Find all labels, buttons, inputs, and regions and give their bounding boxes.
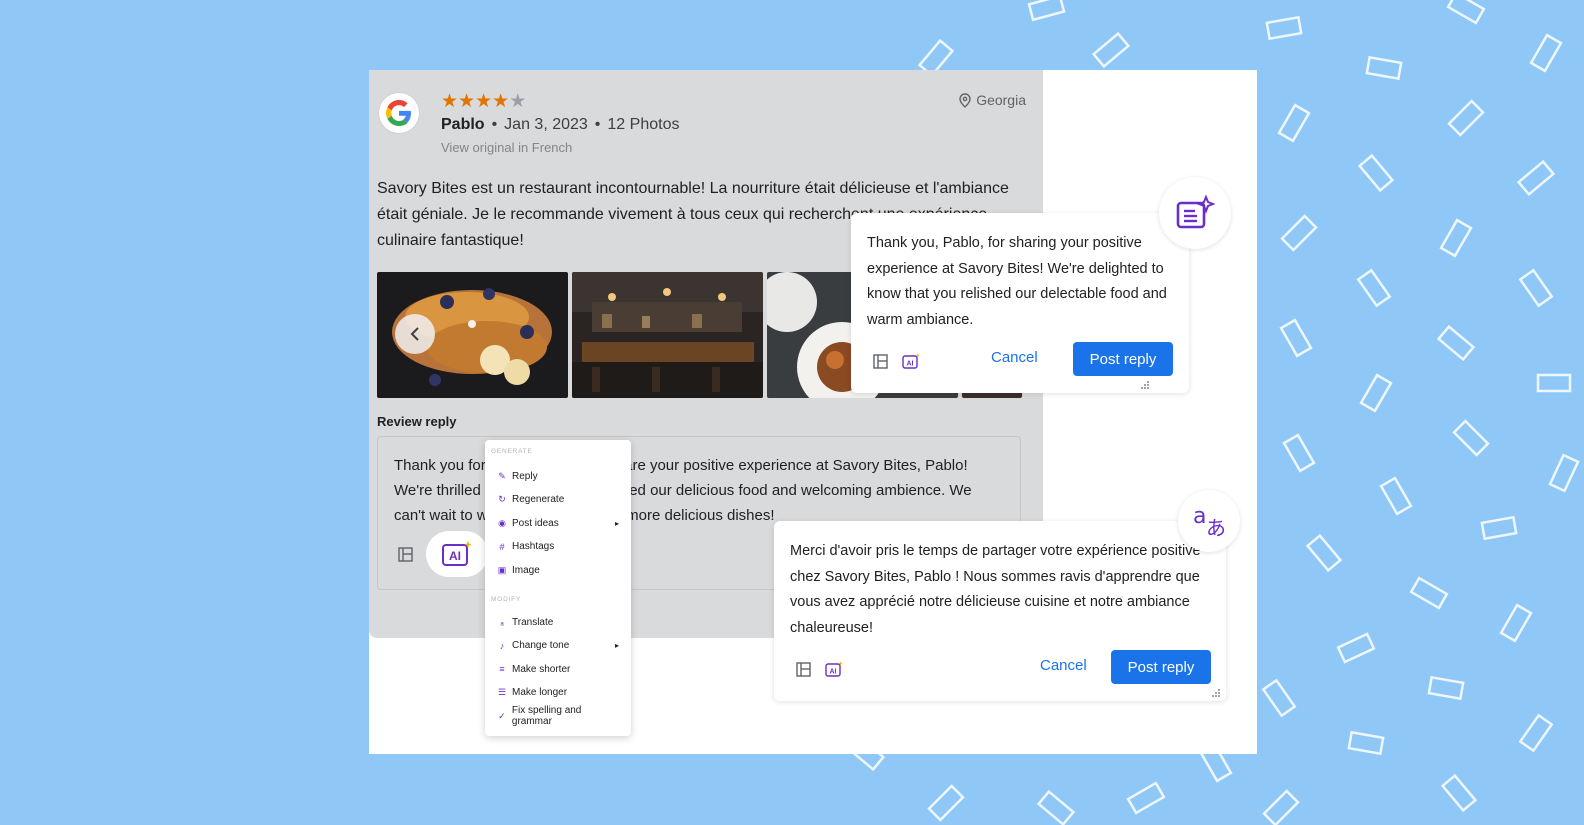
generated-reply-toolbar: AI — [873, 353, 920, 369]
translate-icon: a あ — [1193, 504, 1226, 539]
ai-icon-label: AI — [907, 361, 914, 368]
chevron-right-icon: ▸ — [614, 518, 619, 528]
translate-icon: ₐ — [500, 617, 504, 627]
star-empty-icon: ★ — [509, 91, 527, 112]
star-filled-icon: ★ — [475, 91, 493, 112]
lightbulb-icon: ◉ — [498, 517, 506, 528]
menu-item-label: Image — [512, 564, 540, 576]
tone-icon: ♪ — [499, 640, 505, 651]
cancel-button[interactable]: Cancel — [1040, 657, 1087, 674]
menu-item-make-longer[interactable]: ☰ Make longer — [497, 685, 623, 701]
ai-icon[interactable]: AI — [902, 353, 920, 369]
menu-item-label: Translate — [512, 616, 554, 628]
shorter-icon: ≡ — [499, 664, 505, 674]
spellcheck-icon: ✓ — [498, 710, 506, 721]
ai-icon-label: AI — [449, 549, 461, 563]
translated-reply-toolbar: AI — [796, 661, 843, 677]
review-date: Jan 3, 2023 — [504, 116, 588, 133]
menu-item-translate[interactable]: ₐ Translate — [497, 614, 623, 630]
location-label: Georgia — [976, 92, 1026, 108]
menu-item-label: Fix spelling and grammar — [511, 705, 582, 727]
menu-item-label: Make longer — [512, 687, 568, 698]
carousel-prev-button[interactable] — [395, 314, 435, 354]
menu-section-modify: MODIFY — [491, 596, 522, 603]
star-rating: ★★★★★ — [441, 90, 526, 113]
translate-badge: a あ — [1178, 490, 1240, 552]
restaurant-bar-photo[interactable] — [572, 272, 763, 398]
menu-item-label: Make shorter — [512, 663, 571, 675]
google-logo-icon — [378, 92, 420, 134]
ai-icon[interactable]: AI — [825, 661, 843, 677]
menu-item-label: Reply — [512, 470, 538, 482]
menu-item-post-ideas[interactable]: ◉ Post ideas ▸ — [497, 515, 623, 531]
star-filled-icon: ★ — [492, 91, 510, 112]
menu-item-label: Regenerate — [512, 494, 565, 505]
menu-item-image[interactable]: ▣ Image — [497, 562, 623, 578]
menu-item-reply[interactable]: ✎ Reply — [497, 468, 623, 484]
ai-icon: AI — [442, 541, 472, 566]
template-icon[interactable] — [398, 547, 413, 562]
star-filled-icon: ★ — [441, 91, 459, 112]
menu-item-change-tone[interactable]: ♪ Change tone ▸ — [497, 638, 623, 654]
view-original-link[interactable]: View original in French — [441, 140, 572, 155]
image-icon: ▣ — [497, 564, 507, 575]
menu-item-make-shorter[interactable]: ≡ Make shorter — [497, 661, 623, 677]
ai-assistant-button[interactable]: AI — [426, 531, 488, 577]
regenerate-icon: ↻ — [498, 494, 506, 504]
svg-text:あ: あ — [1206, 516, 1226, 539]
generated-reply-card: Thank you, Pablo, for sharing your posit… — [851, 213, 1189, 393]
translated-reply-card: Merci d'avoir pris le temps de partager … — [774, 521, 1226, 701]
menu-item-label: Change tone — [512, 640, 570, 651]
translated-reply-text[interactable]: Merci d'avoir pris le temps de partager … — [790, 539, 1215, 641]
star-filled-icon: ★ — [458, 91, 476, 112]
svg-text:a: a — [1193, 504, 1206, 529]
menu-item-label: Hashtags — [512, 541, 555, 552]
longer-icon: ☰ — [497, 687, 507, 697]
screenshot-stage: ★★★★★ Pablo • Jan 3, 2023 • 12 Photos View o… — [369, 70, 1257, 754]
menu-section-generate: GENERATE — [491, 448, 533, 455]
template-icon[interactable] — [873, 353, 888, 369]
review-reply-title: Review reply — [377, 414, 457, 429]
review-location: Georgia — [959, 92, 1026, 108]
chevron-left-icon — [410, 327, 419, 341]
generated-reply-text[interactable]: Thank you, Pablo, for sharing your posit… — [867, 231, 1177, 333]
menu-item-hashtags[interactable]: # Hashtags — [497, 539, 623, 555]
menu-item-fix-spelling-and-grammar[interactable]: ✓ Fix spelling and grammar — [497, 705, 623, 727]
reply-icon: ✎ — [498, 470, 506, 481]
ai-generate-badge — [1159, 177, 1231, 249]
ai-icon-label: AI — [830, 669, 837, 676]
ai-actions-menu: GENERATE MODIFY ✎ Reply ↻ Regenerate ◉ Post i… — [485, 440, 631, 736]
reply-toolbar — [398, 547, 413, 562]
separator-dot: • — [594, 116, 601, 133]
menu-item-regenerate[interactable]: ↻ Regenerate — [497, 492, 623, 508]
resize-grip-icon[interactable] — [1141, 381, 1149, 389]
chevron-right-icon: ▸ — [614, 641, 619, 650]
cancel-button[interactable]: Cancel — [991, 349, 1038, 366]
location-pin-icon — [959, 92, 971, 108]
template-icon[interactable] — [796, 661, 811, 677]
separator-dot: • — [491, 116, 498, 133]
photos-count-link[interactable]: 12 Photos — [607, 116, 679, 133]
menu-item-label: Post ideas — [512, 517, 559, 529]
review-meta: Pablo • Jan 3, 2023 • 12 Photos — [441, 116, 679, 134]
resize-grip-icon[interactable] — [1212, 689, 1220, 697]
post-reply-button[interactable]: Post reply — [1073, 342, 1173, 376]
ai-sparkle-document-icon — [1176, 195, 1215, 229]
post-reply-button[interactable]: Post reply — [1111, 650, 1211, 684]
hashtag-icon: # — [499, 541, 505, 552]
review-author[interactable]: Pablo — [441, 116, 485, 133]
